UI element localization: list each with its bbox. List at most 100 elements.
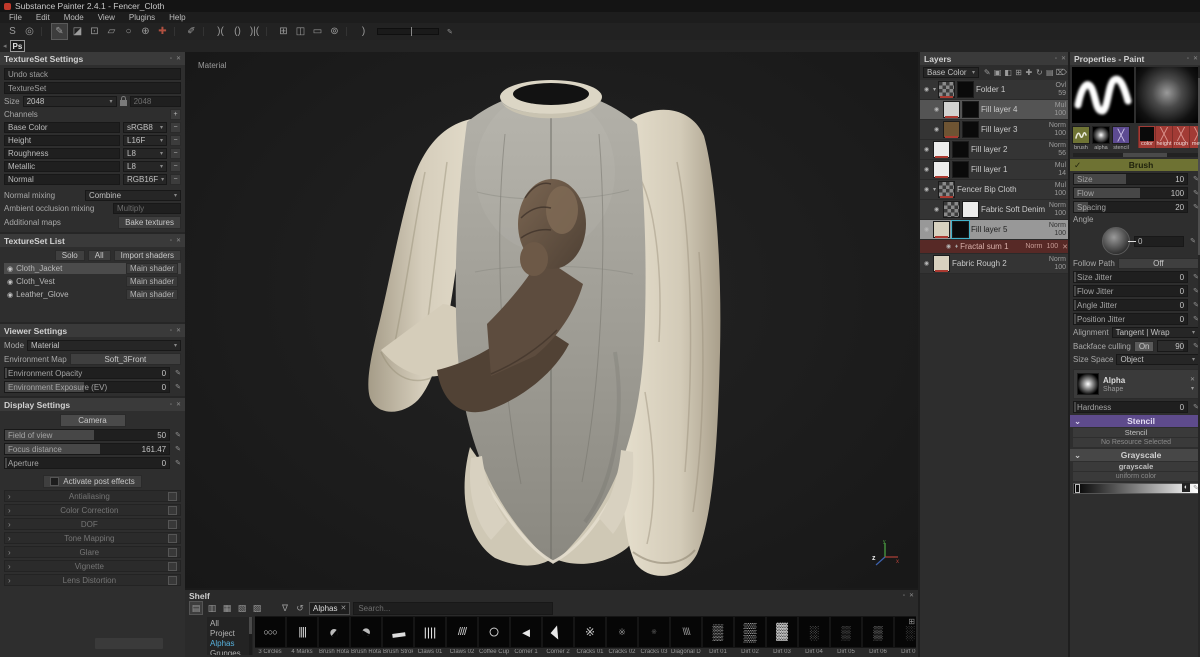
shelf-item[interactable]: ||||4 Marks xyxy=(287,616,317,657)
folder-caret-icon[interactable]: ▾ xyxy=(933,186,936,193)
main-shader-button[interactable]: Main shader xyxy=(126,276,178,287)
layer-thumbnail[interactable] xyxy=(943,121,960,138)
shelf-item[interactable]: ░Dirt 04 xyxy=(799,616,829,657)
layer-row-fabric-rough-2[interactable]: ◉ Fabric Rough 2 Norm100 xyxy=(920,254,1070,274)
visibility-icon[interactable]: ◉ xyxy=(7,278,13,286)
channel-height[interactable]: height xyxy=(1155,126,1172,148)
folder-caret-icon[interactable]: ▾ xyxy=(933,86,936,93)
alpha-expand-icon[interactable]: ▾ xyxy=(1191,385,1194,392)
main-shader-button[interactable]: Main shader xyxy=(126,289,178,300)
eraser-tool-icon[interactable]: ◪ xyxy=(70,24,85,39)
channel-format-dropdown[interactable]: L8 xyxy=(123,148,167,159)
brush-section-header[interactable]: ✓ Brush xyxy=(1070,159,1200,171)
category-alphas[interactable]: Alphas xyxy=(210,639,250,649)
undo-stack-bar[interactable]: Undo stack xyxy=(4,68,181,80)
layer-opacity[interactable]: 100 xyxy=(1054,264,1066,272)
layer-row-fill-layer-5[interactable]: ◉ Fill layer 5 Norm100 xyxy=(920,220,1070,240)
channel-format-dropdown[interactable]: RGB16F xyxy=(123,174,167,185)
grayscale-section-header[interactable]: ⌄ Grayscale xyxy=(1070,449,1200,461)
visibility-eye-icon[interactable]: ◉ xyxy=(932,126,941,133)
all-button[interactable]: All xyxy=(88,250,111,261)
shelf-item[interactable]: ※Cracks 03 xyxy=(639,616,669,657)
menu-view[interactable]: View xyxy=(91,13,122,22)
add-folder-icon[interactable]: ▣ xyxy=(993,67,1001,78)
refresh-shelf-icon[interactable]: ▨ xyxy=(251,602,263,614)
focus-distance-slider[interactable]: Focus distance 161.47 xyxy=(4,443,170,455)
grid-toggle-icon[interactable]: ⊞ xyxy=(276,24,291,39)
shelf-item[interactable]: ▒Dirt 01 xyxy=(703,616,733,657)
visibility-eye-icon[interactable]: ◉ xyxy=(944,243,953,250)
effect-checkbox[interactable] xyxy=(168,492,177,501)
layer-thumbnail[interactable] xyxy=(933,141,950,158)
layer-thumbnail[interactable] xyxy=(943,201,960,218)
import-resource-icon[interactable]: ▥ xyxy=(206,602,218,614)
rotate-view-icon[interactable]: ) xyxy=(356,24,371,39)
blend-mode[interactable]: Norm xyxy=(1049,222,1066,230)
remove-channel-button[interactable]: − xyxy=(170,122,181,133)
expand-icon[interactable]: › xyxy=(8,506,11,515)
blend-mode[interactable]: Ovl xyxy=(1056,82,1067,90)
layer-row-fencer-bip-cloth[interactable]: ◉ ▾ Fencer Bip Cloth Mul100 xyxy=(920,180,1070,200)
brush-mode-thumb[interactable]: brush xyxy=(1072,126,1090,151)
grayscale-slider[interactable]: ◐ ✎ xyxy=(1073,483,1199,494)
blend-mode[interactable]: Norm xyxy=(1025,243,1042,250)
layer-thumbnail[interactable] xyxy=(933,221,950,238)
add-channel-button[interactable]: + xyxy=(170,109,181,120)
panel-close-icon[interactable]: ✕ xyxy=(909,592,914,599)
channel-format-dropdown[interactable]: sRGB8 xyxy=(123,122,167,133)
add-fill-layer-icon[interactable]: ⊞ xyxy=(1014,67,1022,78)
panel-float-icon[interactable]: ▫ xyxy=(170,328,172,334)
hardness-slider[interactable]: Hardness 0 xyxy=(1073,401,1188,413)
layer-thumbnail[interactable] xyxy=(943,101,960,118)
filter-chip-alphas[interactable]: Alphas ✕ xyxy=(309,602,350,615)
menu-file[interactable]: File xyxy=(2,13,29,22)
symmetry-c-icon[interactable]: )|( xyxy=(247,24,262,39)
mask-thumbnail[interactable] xyxy=(957,81,974,98)
folder-view-icon[interactable]: ▧ xyxy=(236,602,248,614)
mask-thumbnail[interactable] xyxy=(952,161,969,178)
main-shader-button[interactable]: Main shader xyxy=(126,263,178,274)
brush-icon[interactable] xyxy=(1072,126,1090,144)
effect-checkbox[interactable] xyxy=(168,576,177,585)
shelf-item[interactable]: ▒Dirt 02 xyxy=(735,616,765,657)
remove-channel-button[interactable]: − xyxy=(170,148,181,159)
textureset-row[interactable]: ◉ Cloth_Vest Main shader xyxy=(4,276,181,287)
shelf-search-input[interactable] xyxy=(353,602,553,615)
mask-thumbnail[interactable] xyxy=(962,201,979,218)
layer-thumbnail[interactable] xyxy=(938,81,955,98)
textureset-row[interactable]: ◉ Cloth_Jacket Main shader xyxy=(4,263,181,274)
visibility-eye-icon[interactable]: ◉ xyxy=(922,186,931,193)
layer-opacity[interactable]: 100 xyxy=(1054,210,1066,218)
channel-filter-dropdown[interactable]: Base Color xyxy=(923,67,979,78)
effect-checkbox[interactable] xyxy=(168,534,177,543)
shelf-item[interactable]: ▒Dirt 05 xyxy=(831,616,861,657)
backface-culling-toggle[interactable]: On xyxy=(1134,341,1155,352)
mask-thumbnail[interactable] xyxy=(952,221,969,238)
position-jitter-slider[interactable]: Position Jitter 0 xyxy=(1073,313,1188,325)
bake-textures-button[interactable]: Bake textures xyxy=(118,216,181,229)
layer-thumbnail[interactable] xyxy=(933,255,950,272)
shelf-library-icon[interactable]: ▤ xyxy=(189,601,203,615)
remove-channel-button[interactable]: − xyxy=(170,135,181,146)
visibility-icon[interactable]: ◉ xyxy=(7,265,13,273)
categories-scrollbar[interactable] xyxy=(249,617,252,655)
layer-opacity[interactable]: 14 xyxy=(1058,170,1066,178)
channel-color[interactable]: color xyxy=(1138,126,1155,148)
shelf-item[interactable]: ※Cracks 02 xyxy=(607,616,637,657)
stencil-mode-thumb[interactable]: ╳ stencil xyxy=(1112,126,1130,151)
edit-value-icon[interactable]: ✎ xyxy=(175,383,181,391)
layer-opacity[interactable]: 100 xyxy=(1054,230,1066,238)
monitor-toggle-icon[interactable]: ▭ xyxy=(310,24,325,39)
blend-mode[interactable]: Mul xyxy=(1055,182,1066,190)
layer-thumbnail[interactable] xyxy=(933,161,950,178)
edit-value-icon[interactable]: ✎ xyxy=(447,28,453,36)
effect-row-fractal-sum-1[interactable]: ◉ ♦ Fractal sum 1 Norm 100 ✕ xyxy=(920,240,1070,254)
expand-icon[interactable]: › xyxy=(8,520,11,529)
panel-float-icon[interactable]: ▫ xyxy=(903,593,905,599)
expand-icon[interactable]: › xyxy=(8,492,11,501)
alpha-icon[interactable] xyxy=(1092,126,1110,144)
panel-close-icon[interactable]: ✕ xyxy=(176,327,181,334)
effect-checkbox[interactable] xyxy=(168,548,177,557)
visibility-eye-icon[interactable]: ◉ xyxy=(932,106,941,113)
effect-row-color-correction[interactable]: › Color Correction xyxy=(4,504,181,516)
